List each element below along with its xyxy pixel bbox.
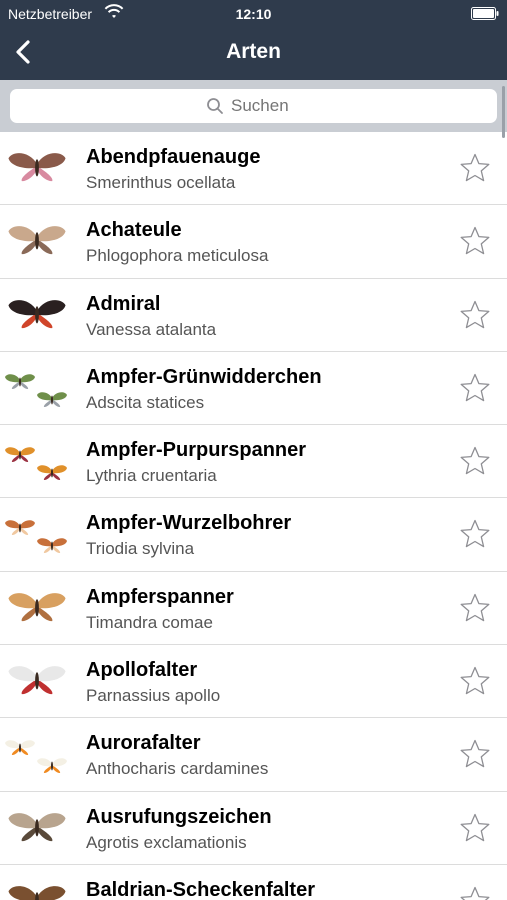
favorite-star-button[interactable] [459, 592, 491, 624]
favorite-star-button[interactable] [459, 372, 491, 404]
battery-icon [471, 7, 499, 20]
species-common-name: Aurorafalter [86, 732, 201, 755]
species-thumbnail [2, 577, 72, 640]
favorite-star-button[interactable] [459, 518, 491, 550]
star-icon [460, 153, 490, 182]
species-row[interactable]: Abendpfauenauge Smerinthus ocellata [0, 132, 507, 206]
status-time: 12:10 [235, 6, 272, 22]
species-common-name: Ampfer-Grünwidderchen [86, 365, 322, 388]
favorite-star-button[interactable] [459, 299, 491, 331]
species-row[interactable]: Achateule Phlogophora meticulosa [0, 205, 507, 279]
species-scientific-name: Lythria cruentaria [86, 466, 217, 486]
species-scientific-name: Adscita statices [86, 392, 205, 412]
species-scientific-name: Vanessa atalanta [86, 319, 217, 339]
species-thumbnail [2, 797, 72, 860]
species-row[interactable]: Ampfer-Grünwidderchen Adscita statices [0, 352, 507, 426]
species-thumbnail [2, 357, 72, 420]
species-scientific-name: Triodia sylvina [86, 539, 195, 559]
star-icon [460, 886, 490, 900]
scroll-indicator[interactable] [502, 86, 505, 138]
species-common-name: Admiral [86, 292, 161, 315]
species-common-name: Achateule [86, 219, 182, 242]
species-thumbnail [2, 211, 72, 274]
species-common-name: Ampfer-Wurzelbohrer [86, 512, 292, 535]
species-row[interactable]: Aurorafalter Anthocharis cardamines [0, 718, 507, 792]
page-title: Arten [226, 40, 281, 63]
top-bar: Netzbetreiber 12:10 Arten [0, 0, 507, 80]
species-row[interactable]: Ampfer-Purpurspanner Lythria cruentaria [0, 425, 507, 499]
star-icon [460, 813, 490, 841]
species-row[interactable]: Apollofalter Parnassius apollo [0, 645, 507, 719]
star-icon [460, 300, 490, 328]
species-common-name: Ampferspanner [86, 585, 234, 608]
species-scientific-name: Parnassius apollo [86, 686, 221, 706]
species-thumbnail [2, 138, 72, 200]
species-scientific-name: Agrotis exclamationis [86, 832, 247, 852]
star-icon [460, 593, 490, 622]
species-common-name: Ampfer-Purpurspanner [86, 439, 307, 462]
species-thumbnail [2, 870, 72, 900]
star-icon [460, 373, 490, 402]
star-icon [460, 520, 490, 548]
species-common-name: Abendpfauenauge [86, 146, 261, 168]
species-common-name: Baldrian-Scheckenfalter [86, 878, 315, 900]
favorite-star-button[interactable] [459, 225, 491, 257]
favorite-star-button[interactable] [459, 738, 491, 770]
star-icon [460, 447, 490, 475]
species-scientific-name: Smerinthus ocellata [86, 173, 236, 192]
search-icon [207, 98, 223, 114]
species-thumbnail [2, 284, 72, 347]
species-thumbnail [2, 504, 72, 567]
species-row[interactable]: Baldrian-Scheckenfalter [0, 865, 507, 900]
species-thumbnail [2, 724, 72, 787]
star-icon [460, 227, 490, 255]
species-row[interactable]: Ampferspanner Timandra comae [0, 572, 507, 646]
star-icon [460, 666, 490, 695]
species-row[interactable]: Ausrufungszeichen Agrotis exclamationis [0, 792, 507, 865]
species-scientific-name: Anthocharis cardamines [86, 759, 269, 779]
species-thumbnail [2, 431, 72, 494]
favorite-star-button[interactable] [459, 812, 491, 844]
favorite-star-button[interactable] [459, 665, 491, 697]
search-field[interactable] [10, 89, 497, 123]
species-scientific-name: Timandra comae [86, 612, 213, 632]
favorite-star-button[interactable] [459, 885, 491, 900]
species-common-name: Apollofalter [86, 659, 198, 682]
status-bar: Netzbetreiber 12:10 [0, 0, 507, 28]
search-bar [0, 80, 507, 132]
star-icon [460, 740, 490, 768]
species-list: Abendpfauenauge Smerinthus ocellata Achate… [0, 132, 507, 900]
favorite-star-button[interactable] [459, 445, 491, 477]
species-row[interactable]: Admiral Vanessa atalanta [0, 279, 507, 352]
search-input[interactable] [231, 96, 301, 116]
species-row[interactable]: Ampfer-Wurzelbohrer Triodia sylvina [0, 498, 507, 572]
species-thumbnail [2, 651, 72, 714]
navigation-bar: Arten [0, 30, 507, 76]
species-common-name: Ausrufungszeichen [86, 805, 272, 828]
species-scientific-name: Phlogophora meticulosa [86, 246, 269, 266]
favorite-star-button[interactable] [459, 152, 491, 184]
